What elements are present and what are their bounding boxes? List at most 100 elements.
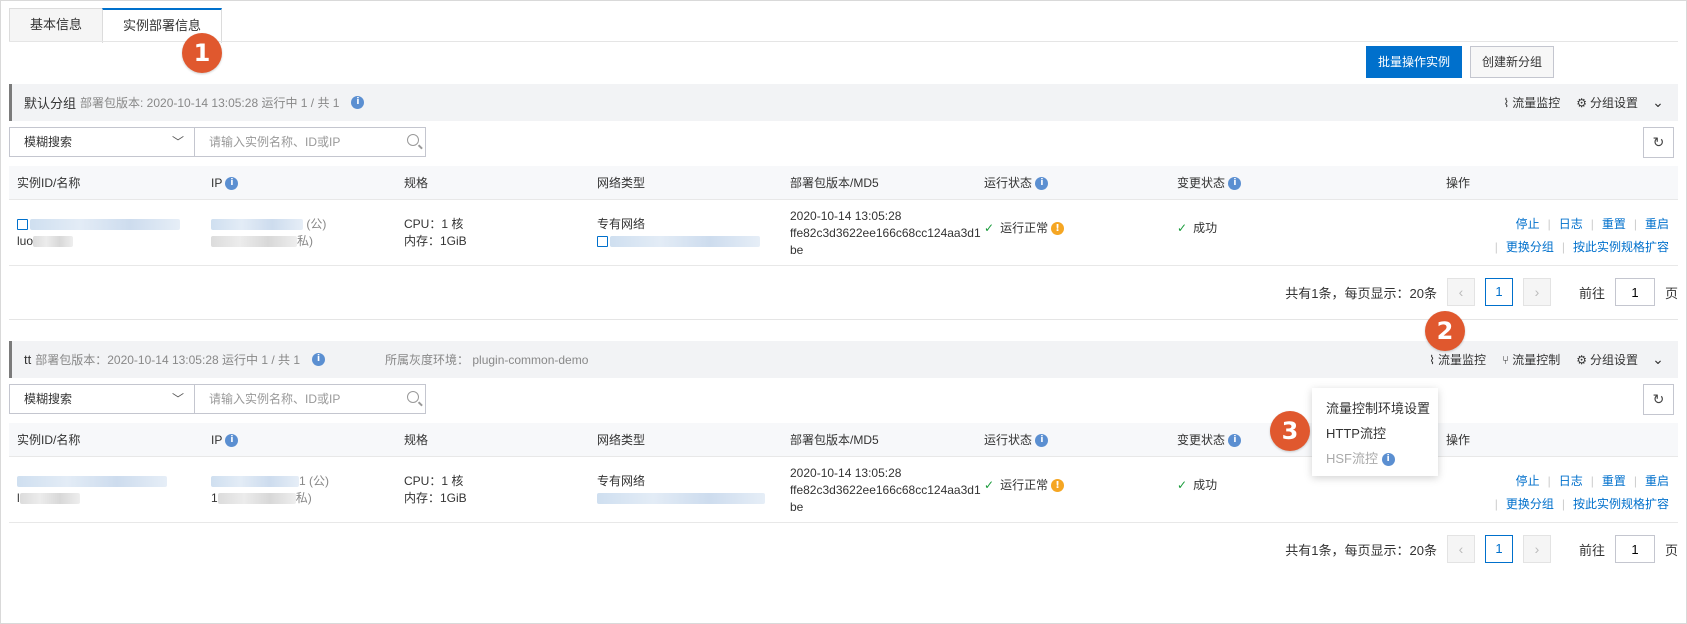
info-icon[interactable]: i [225,177,239,191]
search-input[interactable] [195,385,395,413]
goto-page-input[interactable] [1614,535,1655,563]
check-icon: ✓ [984,221,995,235]
check-icon: ✓ [1177,478,1188,492]
instance-name [33,236,74,248]
callout-badge-1: 1 [182,33,222,73]
group-header-tt: tt 部署包版本：2020-10-14 13:05:28 运行中 1 / 共 1… [9,341,1678,378]
menu-item-control-env-settings[interactable]: 流量控制环境设置 [1312,396,1438,421]
warning-icon[interactable]: ! [1051,479,1065,493]
pagination-summary: 共有1条，每页显示：20条 [1285,542,1437,558]
scale-out-link[interactable]: 按此实例规格扩容 [1573,497,1669,511]
instance-id-cell: l [17,473,167,507]
check-icon: ✓ [984,478,995,492]
callout-badge-2: 2 [1425,311,1465,351]
restart-link[interactable]: 重启 [1645,217,1669,231]
page-number-button[interactable]: 1 [1484,278,1513,306]
private-ip [211,236,297,248]
info-icon[interactable]: i [351,96,365,109]
tab-divider [9,41,1678,42]
vpc-link[interactable] [610,236,760,248]
pagination: 共有1条，每页显示：20条 ‹ 1 › 前往 页 [1285,535,1678,563]
page-unit-label: 页 [1664,285,1678,301]
scale-out-link[interactable]: 按此实例规格扩容 [1573,240,1669,254]
warning-icon[interactable]: ! [1051,222,1065,236]
col-operations: 操作 [1446,433,1471,447]
table-header: 实例ID/名称 IP i 规格 网络类型 部署包版本/MD5 运行状态 i 变更… [9,166,1678,200]
info-icon[interactable]: i [1035,434,1049,448]
public-ip [211,476,299,488]
batch-operate-button[interactable]: 批量操作实例 [1366,46,1462,78]
instance-id-link[interactable] [17,476,167,488]
spec-cell: CPU：1 核 内存：1GiB [404,474,467,505]
external-link-icon[interactable] [597,236,608,248]
prev-page-button[interactable]: ‹ [1446,535,1475,563]
create-group-button[interactable]: 创建新分组 [1470,46,1554,78]
col-network-type: 网络类型 [597,433,646,447]
info-icon[interactable]: i [1381,453,1395,467]
col-network-type: 网络类型 [597,176,646,190]
group-name: 默认分组 [24,96,77,111]
search-mode-select[interactable]: 模糊搜索 ﹀ [9,384,195,414]
log-link[interactable]: 日志 [1559,474,1583,488]
info-icon[interactable]: i [225,434,239,448]
public-ip [211,219,303,231]
refresh-button[interactable]: ↻ [1643,384,1674,415]
traffic-monitor-button[interactable]: ⌇ 流量监控 [1503,94,1560,111]
operations-cell: 停止 | 日志 | 重置 | 重启 | 更换分组 | 按此实例规格扩容 [1494,217,1669,254]
chevron-down-icon[interactable]: ⌄ [1638,351,1678,368]
goto-page-input[interactable] [1614,278,1655,306]
col-instance-id: 实例ID/名称 [17,433,81,447]
col-operations: 操作 [1446,176,1471,190]
group-name: tt [24,352,32,367]
menu-item-http-control[interactable]: HTTP流控 [1312,421,1438,446]
chevron-down-icon: ﹀ [171,135,184,149]
log-link[interactable]: 日志 [1559,217,1583,231]
traffic-control-button[interactable]: ⑂ 流量控制 [1502,351,1560,368]
private-ip [217,493,296,505]
search-box [194,384,426,414]
group-settings-button[interactable]: ⚙ 分组设置 [1576,94,1638,111]
reset-link[interactable]: 重置 [1602,217,1626,231]
search-input[interactable] [195,128,395,156]
vpc-link[interactable] [597,493,765,505]
pulse-icon: ⌇ [1503,95,1510,110]
external-link-icon[interactable] [17,219,28,231]
info-icon[interactable]: i [312,353,326,366]
refresh-button[interactable]: ↻ [1643,127,1674,158]
search-icon[interactable] [407,134,419,146]
restart-link[interactable]: 重启 [1645,474,1669,488]
chevron-down-icon[interactable]: ⌄ [1638,94,1678,111]
info-icon[interactable]: i [1228,177,1242,191]
run-status-cell: ✓ 运行正常! [984,477,1065,494]
run-status-cell: ✓ 运行正常! [984,220,1065,237]
page-unit-label: 页 [1664,542,1678,558]
ip-cell: (公) 私) [211,216,326,250]
search-icon[interactable] [407,391,419,403]
group-actions: ⌇ 流量监控 ⚙ 分组设置 ⌄ [1487,84,1678,121]
spec-cell: CPU：1 核 内存：1GiB [404,217,467,248]
change-status-cell: ✓ 成功 [1177,221,1218,235]
change-status-cell: ✓ 成功 [1177,478,1218,492]
change-group-link[interactable]: 更换分组 [1506,240,1554,254]
branch-icon: ⑂ [1502,352,1510,367]
gray-env-label: 所属灰度环境： plugin-common-demo [385,353,589,367]
traffic-monitor-button[interactable]: ⌇ 流量监控 [1429,351,1486,368]
prev-page-button[interactable]: ‹ [1446,278,1475,306]
group-settings-button[interactable]: ⚙ 分组设置 [1576,351,1638,368]
page-number-button[interactable]: 1 [1484,535,1513,563]
next-page-button[interactable]: › [1522,278,1551,306]
reset-link[interactable]: 重置 [1602,474,1626,488]
stop-link[interactable]: 停止 [1516,474,1540,488]
info-icon[interactable]: i [1035,177,1049,191]
tab-basic-info[interactable]: 基本信息 [9,8,104,42]
stop-link[interactable]: 停止 [1516,217,1540,231]
change-group-link[interactable]: 更换分组 [1506,497,1554,511]
col-package-version: 部署包版本/MD5 [790,176,879,190]
info-icon[interactable]: i [1228,434,1242,448]
search-mode-select[interactable]: 模糊搜索 ﹀ [9,127,195,157]
group-header-default: 默认分组 部署包版本: 2020-10-14 13:05:28 运行中 1 / … [9,84,1678,121]
instance-id-link[interactable] [30,219,180,231]
next-page-button[interactable]: › [1522,535,1551,563]
table-row: luo (公) 私) CPU：1 核 内存：1GiB 专有网络 2020-10-… [9,200,1678,266]
instance-id-cell: luo [17,216,180,250]
